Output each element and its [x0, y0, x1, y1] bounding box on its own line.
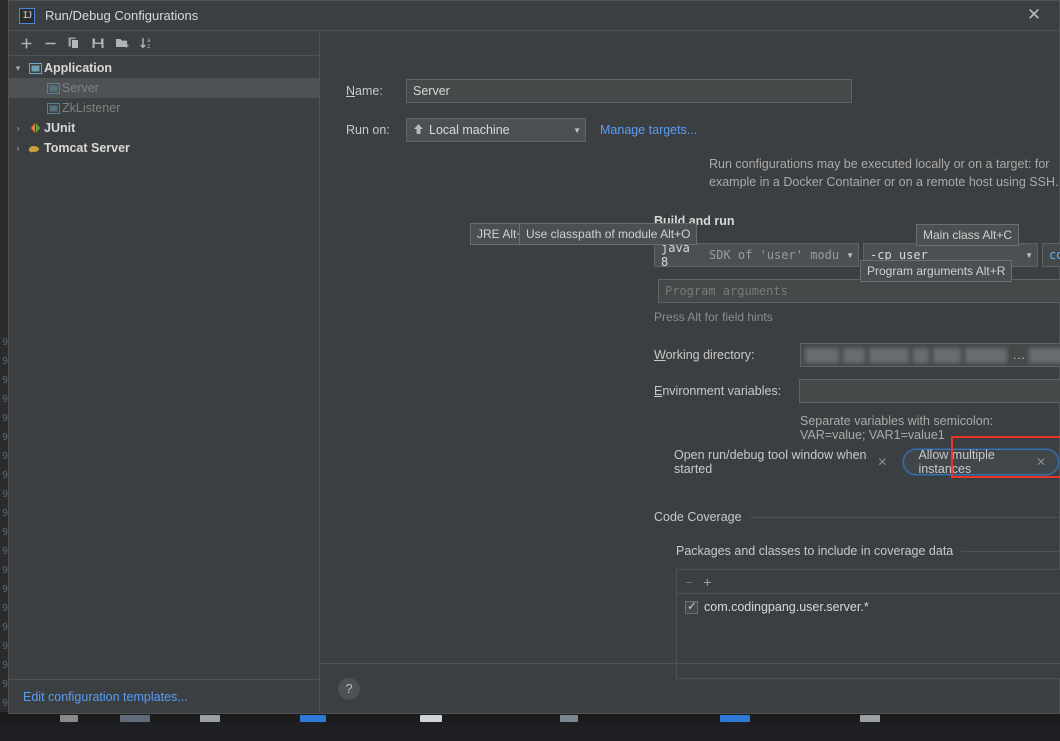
program-arguments-placeholder: Program arguments — [665, 284, 788, 298]
alt-tip-classpath: Use classpath of module Alt+O — [519, 223, 698, 245]
run-on-row: Run on: Local machine ▼ Manage targets..… — [346, 118, 697, 142]
packages-title: Packages and classes to include in cover… — [676, 544, 954, 558]
tree-item-junit[interactable]: › JUnit — [9, 118, 319, 138]
code-coverage-title: Code Coverage — [654, 510, 742, 524]
run-on-label: Run on: — [346, 123, 390, 137]
remove-configuration-button[interactable] — [39, 33, 61, 53]
sort-configurations-button[interactable]: az — [135, 33, 157, 53]
jre-value-description: SDK of 'user' modu — [709, 248, 839, 262]
chevron-down-icon: ▼ — [1025, 250, 1033, 260]
help-button[interactable]: ? — [338, 677, 360, 700]
run-debug-configurations-dialog: IJ Run/Debug Configurations ✕ a z ▾ Appl… — [8, 0, 1060, 714]
dialog-title: Run/Debug Configurations — [45, 8, 199, 23]
run-on-dropdown[interactable]: Local machine ▼ — [406, 118, 586, 142]
name-input[interactable]: Server — [406, 79, 852, 103]
working-directory-input[interactable]: ... — [800, 343, 1060, 367]
package-checkbox[interactable] — [685, 599, 698, 614]
move-to-folder-button[interactable] — [111, 33, 133, 53]
tree-item-server[interactable]: Server — [9, 78, 319, 98]
working-directory-row: Working directory: ... ▤ — [654, 343, 1060, 367]
divider — [749, 516, 1060, 518]
manage-targets-link[interactable]: Manage targets... — [600, 123, 697, 137]
environment-variables-label: Environment variables: — [654, 384, 782, 398]
tree-item-tomcat-server[interactable]: › Tomcat Server — [9, 138, 319, 158]
option-chips-row: Open run/debug tool window when started … — [670, 448, 1059, 476]
local-machine-icon — [413, 123, 429, 138]
environment-variables-input[interactable] — [799, 379, 1060, 403]
run-on-description-line2: example in a Docker Container or on a re… — [709, 175, 1059, 189]
junit-icon — [27, 122, 44, 134]
tree-item-application[interactable]: ▾ Application — [9, 58, 319, 78]
configurations-panel: az ▾ Application Server ZkListener › JUn… — [9, 31, 320, 713]
tree-item-label: Tomcat Server — [44, 141, 130, 155]
code-coverage-header: Code Coverage Modify▼ — [654, 510, 1060, 524]
application-icon — [45, 102, 62, 114]
run-on-description: Run configurations may be executed local… — [709, 155, 1060, 191]
add-package-button[interactable]: + — [703, 574, 711, 590]
configurations-toolbar: az — [9, 31, 319, 56]
chip-label: Allow multiple instances — [918, 448, 995, 476]
chevron-right-icon[interactable]: › — [9, 123, 27, 133]
main-class-input[interactable]: com.codingpang.user.server.Server ▤ — [1042, 243, 1060, 267]
configurations-tree[interactable]: ▾ Application Server ZkListener › JUnit … — [9, 56, 319, 679]
working-directory-ellipsis: ... — [1013, 348, 1027, 362]
chip-label: Open run/debug tool window when started — [674, 448, 867, 476]
tomcat-icon — [27, 142, 44, 154]
package-list-item[interactable]: com.codingpang.user.server.* — [677, 594, 1060, 614]
chip-open-tool-window[interactable]: Open run/debug tool window when started … — [670, 448, 891, 476]
environment-variables-row: Environment variables: ▤ — [654, 379, 1060, 403]
chevron-right-icon[interactable]: › — [9, 143, 27, 153]
tree-item-zklistener[interactable]: ZkListener — [9, 98, 319, 118]
jre-value-version: java 8 — [661, 241, 690, 269]
application-icon — [27, 62, 44, 74]
working-directory-label: Working directory: — [654, 348, 755, 362]
intellij-logo-icon: IJ — [19, 7, 35, 24]
tree-item-label: ZkListener — [62, 101, 121, 115]
name-label: Name: — [346, 84, 383, 98]
remove-package-button[interactable]: − — [685, 574, 693, 590]
edit-configuration-templates-link[interactable]: Edit configuration templates... — [9, 679, 319, 713]
copy-configuration-button[interactable] — [63, 33, 85, 53]
run-on-description-line1: Run configurations may be executed local… — [709, 157, 1050, 171]
dialog-titlebar: IJ Run/Debug Configurations ✕ — [9, 1, 1059, 31]
package-label: com.codingpang.user.server.* — [704, 600, 869, 614]
name-row: Name: Server Store as project file — [346, 79, 1060, 103]
tree-item-label: Application — [44, 61, 113, 75]
tree-item-label: Server — [62, 81, 99, 95]
jre-dropdown[interactable]: java 8 SDK of 'user' modu ▼ — [654, 241, 859, 269]
close-icon[interactable]: ✕ — [1036, 455, 1046, 469]
dialog-body: az ▾ Application Server ZkListener › JUn… — [9, 31, 1060, 713]
close-icon[interactable]: ✕ — [1023, 5, 1045, 27]
alt-tip-program-arguments: Program arguments Alt+R — [860, 260, 1013, 282]
close-icon[interactable]: ✕ — [877, 455, 887, 469]
packages-header: Packages and classes to include in cover… — [676, 544, 1060, 558]
run-on-value: Local machine — [429, 123, 510, 137]
chevron-down-icon[interactable]: ▾ — [9, 63, 27, 74]
add-configuration-button[interactable] — [15, 33, 37, 53]
main-class-value: com.codingpang.user.server.Server — [1049, 248, 1060, 262]
packages-toolbar: − + — [677, 570, 1060, 594]
tree-item-label: JUnit — [44, 121, 76, 135]
chevron-down-icon: ▼ — [573, 125, 581, 135]
alt-tip-main-class: Main class Alt+C — [916, 224, 1020, 246]
save-configuration-button[interactable] — [87, 33, 109, 53]
application-icon — [45, 82, 62, 94]
chip-allow-multiple-instances[interactable]: Allow multiple instances ✕ — [903, 448, 1059, 476]
divider — [961, 550, 1060, 552]
alt-field-hints-note: Press Alt for field hints — [654, 310, 773, 324]
dialog-footer: ? OK Cancel Apply — [320, 663, 1060, 713]
svg-text:z: z — [147, 43, 151, 50]
program-arguments-input[interactable]: Program arguments ▤ ⤢ — [658, 279, 1060, 303]
chevron-down-icon: ▼ — [846, 250, 854, 260]
configuration-editor-panel: Name: Server Store as project file Run o… — [320, 31, 1060, 713]
environment-variables-hint: Separate variables with semicolon: VAR=v… — [800, 414, 994, 442]
